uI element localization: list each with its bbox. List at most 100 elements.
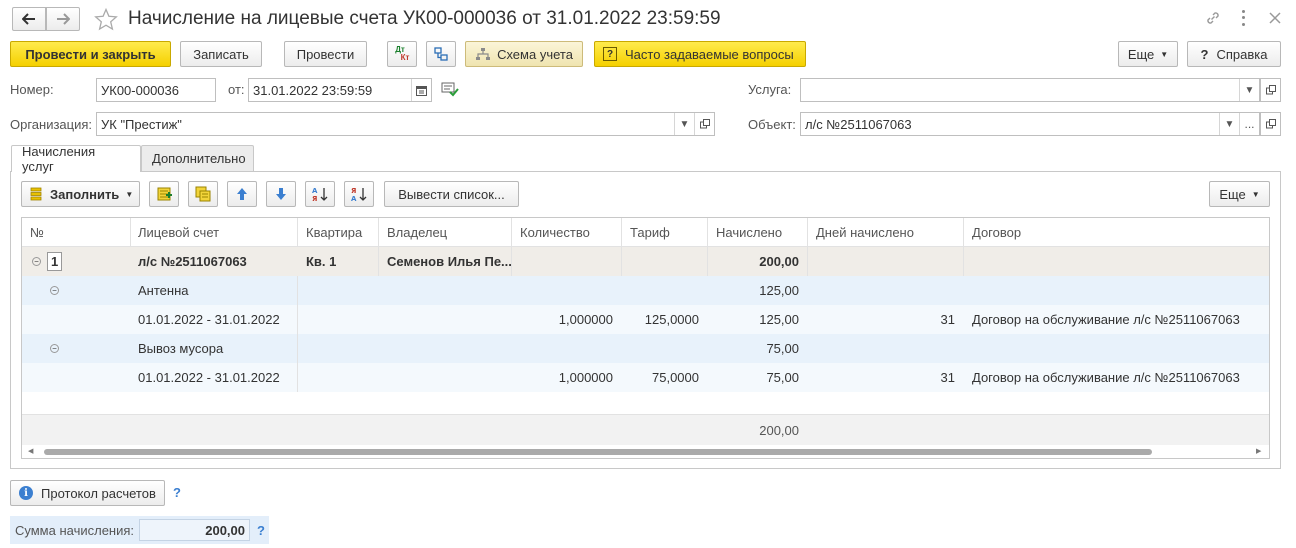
sort-asc-button[interactable]: АЯ bbox=[305, 181, 335, 207]
date-field[interactable]: 31.01.2022 23:59:59 bbox=[248, 78, 432, 102]
save-button[interactable]: Записать bbox=[180, 41, 262, 67]
scroll-left-icon[interactable]: ◀ bbox=[28, 447, 33, 455]
faq-button[interactable]: ? Часто задаваемые вопросы bbox=[594, 41, 806, 67]
svg-text:А: А bbox=[351, 195, 357, 202]
accruals-table[interactable]: № Лицевой счет Квартира Владелец Количес… bbox=[21, 217, 1270, 459]
table-row-service[interactable]: − Антенна 125,00 bbox=[22, 276, 1269, 305]
arrow-down-icon bbox=[276, 188, 286, 200]
group-apartment: Кв. 1 bbox=[306, 254, 337, 269]
favorite-star-icon[interactable] bbox=[94, 8, 118, 31]
copy-rows-button[interactable] bbox=[188, 181, 218, 207]
qty: 1,000000 bbox=[558, 370, 613, 385]
object-dropdown-button[interactable]: ▼ bbox=[1219, 113, 1239, 135]
fill-button[interactable]: Заполнить ▼ bbox=[21, 181, 140, 207]
protocol-help-icon[interactable]: ? bbox=[173, 485, 181, 500]
sum-help-icon[interactable]: ? bbox=[257, 523, 265, 538]
help-button[interactable]: ? Справка bbox=[1187, 41, 1281, 67]
number-label: Номер: bbox=[10, 82, 54, 97]
output-list-button[interactable]: Вывести список... bbox=[384, 181, 519, 207]
sort-descending-icon: ЯА bbox=[351, 187, 367, 202]
fill-icon bbox=[30, 187, 42, 201]
object-open-button[interactable] bbox=[1260, 112, 1281, 136]
dt-kt-button[interactable]: Дт Кт bbox=[387, 41, 417, 67]
structure-button[interactable] bbox=[426, 41, 456, 67]
col-accrued[interactable]: Начислено bbox=[708, 218, 807, 246]
open-form-icon bbox=[1265, 119, 1276, 129]
org-open-button[interactable] bbox=[694, 113, 714, 135]
question-box-icon: ? bbox=[603, 47, 617, 61]
link-icon[interactable] bbox=[1205, 10, 1221, 26]
table-row-period[interactable]: 01.01.2022 - 31.01.2022 1,000000 125,000… bbox=[22, 305, 1269, 334]
move-up-button[interactable] bbox=[227, 181, 257, 207]
post-and-close-button[interactable]: Провести и закрыть bbox=[10, 41, 171, 67]
table-row-period[interactable]: 01.01.2022 - 31.01.2022 1,000000 75,0000… bbox=[22, 363, 1269, 392]
collapse-icon[interactable]: − bbox=[50, 344, 59, 353]
service-accrued: 75,00 bbox=[766, 341, 799, 356]
col-days[interactable]: Дней начислено bbox=[808, 218, 963, 246]
scrollbar-thumb[interactable] bbox=[44, 449, 1152, 455]
collapse-icon[interactable]: − bbox=[32, 257, 41, 266]
org-dropdown-button[interactable]: ▼ bbox=[674, 113, 694, 135]
qty: 1,000000 bbox=[558, 312, 613, 327]
total-accrued: 200,00 bbox=[759, 422, 799, 438]
object-select-button[interactable]: ... bbox=[1239, 113, 1259, 135]
add-row-button[interactable] bbox=[149, 181, 179, 207]
service-dropdown-button[interactable]: ▼ bbox=[1239, 79, 1259, 101]
col-qty[interactable]: Количество bbox=[512, 218, 621, 246]
add-row-icon bbox=[157, 187, 172, 201]
page-title: Начисление на лицевые счета УК00-000036 … bbox=[128, 8, 721, 29]
org-field[interactable]: УК "Престиж" ▼ bbox=[96, 112, 715, 136]
arrow-up-icon bbox=[237, 188, 247, 200]
days: 31 bbox=[940, 312, 955, 327]
service-open-button[interactable] bbox=[1260, 78, 1281, 102]
col-contract[interactable]: Договор bbox=[964, 218, 1269, 246]
post-button[interactable]: Провести bbox=[284, 41, 367, 67]
contract: Договор на обслуживание л/с №2511067063 bbox=[972, 370, 1240, 385]
more-button[interactable]: Еще ▼ bbox=[1118, 41, 1178, 67]
tab-accruals[interactable]: Начисления услуг bbox=[11, 144, 141, 174]
sort-desc-button[interactable]: ЯА bbox=[344, 181, 374, 207]
protocol-button[interactable]: i Протокол расчетов bbox=[10, 480, 165, 506]
table-more-button[interactable]: Еще ▼ bbox=[1209, 181, 1270, 207]
move-down-button[interactable] bbox=[266, 181, 296, 207]
days: 31 bbox=[940, 370, 955, 385]
tariff: 75,0000 bbox=[652, 370, 699, 385]
horizontal-scrollbar[interactable]: ◀ ▶ bbox=[22, 445, 1269, 458]
col-owner[interactable]: Владелец bbox=[379, 218, 511, 246]
table-row-group[interactable]: − 1 л/с №2511067063 Кв. 1 Семенов Илья П… bbox=[22, 247, 1269, 276]
tariff: 125,0000 bbox=[644, 312, 699, 327]
col-num[interactable]: № bbox=[22, 218, 130, 246]
help-icon: ? bbox=[1200, 46, 1209, 62]
svg-text:Я: Я bbox=[351, 187, 356, 195]
more-vert-icon[interactable] bbox=[1240, 8, 1246, 28]
svg-text:Я: Я bbox=[312, 195, 317, 202]
object-field[interactable]: л/с №2511067063 ▼ ... bbox=[800, 112, 1260, 136]
accounting-scheme-button[interactable]: Схема учета bbox=[465, 41, 583, 67]
open-form-icon bbox=[1265, 85, 1276, 95]
forward-button[interactable] bbox=[46, 7, 80, 31]
collapse-icon[interactable]: − bbox=[50, 286, 59, 295]
copy-rows-icon bbox=[195, 186, 211, 202]
dt-kt-icon: Дт Кт bbox=[395, 45, 410, 62]
row-number: 1 bbox=[47, 252, 63, 271]
number-field[interactable]: УК00-000036 bbox=[96, 78, 216, 102]
col-apartment[interactable]: Квартира bbox=[298, 218, 378, 246]
check-document-icon[interactable] bbox=[441, 81, 459, 97]
service-label: Услуга: bbox=[748, 82, 792, 97]
col-account[interactable]: Лицевой счет bbox=[130, 218, 297, 246]
close-icon[interactable] bbox=[1269, 12, 1281, 24]
calendar-button[interactable] bbox=[411, 79, 431, 101]
caret-down-icon: ▼ bbox=[679, 118, 690, 130]
svg-text:А: А bbox=[312, 187, 318, 195]
table-row-service[interactable]: − Вывоз мусора 75,00 bbox=[22, 334, 1269, 363]
back-button[interactable] bbox=[12, 7, 46, 31]
service-field[interactable]: ▼ bbox=[800, 78, 1260, 102]
col-tariff[interactable]: Тариф bbox=[622, 218, 707, 246]
scroll-right-icon[interactable]: ▶ bbox=[1256, 447, 1261, 455]
group-accrued: 200,00 bbox=[759, 254, 799, 269]
sort-ascending-icon: АЯ bbox=[312, 187, 328, 202]
calendar-icon bbox=[416, 85, 427, 96]
tab-additional[interactable]: Дополнительно bbox=[141, 145, 254, 171]
object-label: Объект: bbox=[748, 117, 796, 132]
arrow-right-icon bbox=[57, 13, 70, 25]
